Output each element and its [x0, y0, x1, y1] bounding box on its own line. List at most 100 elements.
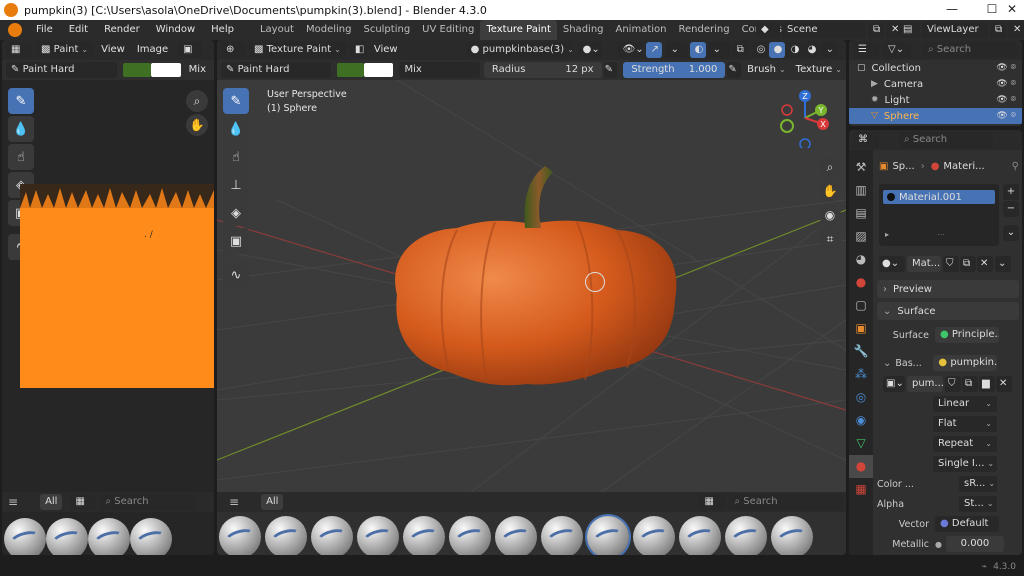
outliner-editor-icon[interactable]: ☰ — [853, 42, 879, 58]
soften-tool-icon[interactable]: 💧 — [8, 116, 34, 142]
remove-slot-icon[interactable]: − — [1003, 201, 1019, 217]
visibility-toggle-icon[interactable]: 👁 ⌾ — [996, 111, 1016, 121]
viewlayer-name[interactable]: ViewLayer — [922, 22, 988, 38]
viewlayer-selector[interactable]: ▤ ViewLayer ⧉ ✕ — [898, 22, 1024, 38]
grid-view-icon[interactable]: ▦ — [70, 494, 97, 510]
navigation-gizmo[interactable]: Z Y X — [775, 88, 835, 148]
add-slot-icon[interactable]: + — [1003, 184, 1019, 200]
delete-viewlayer-icon[interactable]: ✕ — [1008, 22, 1024, 38]
preview-panel-header[interactable]: › Preview — [877, 280, 1019, 298]
expand-icon[interactable]: ▸ — [885, 230, 889, 239]
tab-modeling[interactable]: Modeling — [300, 20, 358, 40]
tab-layout[interactable]: Layout — [254, 20, 300, 40]
menu-window[interactable]: Window — [148, 20, 203, 40]
unlink-material-icon[interactable]: ✕ — [977, 256, 993, 272]
material-slot-list[interactable]: Material.001 ▸ ⋯ — [879, 184, 999, 246]
pan-hand-icon[interactable]: ✋ — [186, 114, 208, 136]
vp-hamburger-icon[interactable]: ≡ — [229, 495, 239, 509]
alpha-dropdown[interactable]: St... ⌄ — [959, 496, 997, 512]
vp-asset-search[interactable]: ⌕ Search — [729, 494, 844, 510]
physics-tab-icon[interactable]: ◎ — [849, 386, 873, 409]
image-asset-search[interactable]: ⌕ Search — [100, 494, 197, 510]
outliner-item-camera[interactable]: ▶ Camera 👁 ⌾ — [849, 76, 1022, 92]
tab-shading[interactable]: Shading — [557, 20, 610, 40]
vp-pan-hand-icon[interactable]: ✋ — [819, 180, 841, 202]
tab-sculpting[interactable]: Sculpting — [357, 20, 416, 40]
vp-annotate-tool-icon[interactable]: ∿ — [223, 262, 249, 288]
object-tab-icon[interactable]: ▣ — [849, 317, 873, 340]
strength-field[interactable]: Strength 1.000 — [623, 62, 726, 78]
radius-field[interactable]: Radius 12 px — [483, 62, 602, 78]
image-mode-dropdown[interactable]: ▩ Paint ⌄ — [36, 42, 94, 58]
surface-shader-field[interactable]: ● Principle... — [935, 327, 999, 343]
minimize-icon[interactable]: — — [932, 0, 972, 20]
color-space-dropdown[interactable]: sR... ⌄ — [959, 476, 997, 492]
new-viewlayer-icon[interactable]: ⧉ — [990, 22, 1006, 38]
vp-zoom-icon[interactable]: ⌕ — [819, 156, 841, 178]
viewport-toggle-icon[interactable]: ◧ — [349, 42, 366, 58]
vp-asset-tab-all[interactable]: All — [261, 494, 284, 510]
image-menu[interactable]: Image — [133, 40, 172, 60]
gizmo-toggle-icon[interactable]: ↗ — [645, 42, 662, 58]
vp-draw-tool-icon[interactable]: ✎ — [223, 88, 249, 114]
browse-image-icon[interactable]: ▣⌄ — [883, 376, 905, 392]
browse-material-icon[interactable]: ●⌄ — [879, 256, 905, 272]
brush-thumbnail[interactable] — [4, 518, 46, 555]
viewport-blend-dropdown[interactable]: Mix — [399, 62, 480, 78]
perspective-toggle-icon[interactable]: ⌗ — [819, 228, 841, 250]
symmetry-icon[interactable]: ●⌄ — [577, 42, 602, 58]
shading-solid-icon[interactable]: ● — [768, 42, 785, 58]
outliner-filter-icon[interactable]: ▽⌄ — [883, 42, 911, 58]
image-blend-dropdown[interactable]: Mix — [181, 60, 214, 80]
vp-smear-tool-icon[interactable]: ☝ — [223, 144, 249, 170]
material-name-field[interactable]: Mat... — [907, 256, 941, 272]
image-name-field[interactable]: pum... — [907, 376, 943, 392]
brush-thumbnail[interactable] — [265, 516, 307, 555]
interpolation-dropdown[interactable]: Linear ⌄ — [933, 396, 997, 412]
vp-fill-tool-icon[interactable]: ◈ — [223, 200, 249, 226]
properties-editor-icon[interactable]: ⌘ — [853, 132, 879, 148]
projection-dropdown[interactable]: Flat ⌄ — [933, 416, 997, 432]
image-view-menu[interactable]: View — [93, 40, 133, 60]
new-image-icon[interactable]: ⧉ — [962, 376, 978, 392]
shading-wire-icon[interactable]: ◎ — [751, 42, 768, 58]
new-scene-icon[interactable]: ⧉ — [868, 22, 884, 38]
slot-specials-icon[interactable]: ⌄ — [1003, 225, 1019, 241]
menu-render[interactable]: Render — [96, 20, 148, 40]
brush-thumbnail[interactable] — [88, 518, 130, 555]
shading-dropdown-icon[interactable]: ⌄ — [820, 42, 837, 58]
tab-uv-editing[interactable]: UV Editing — [416, 20, 480, 40]
brush-thumbnail[interactable] — [403, 516, 445, 555]
secondary-color-swatch[interactable] — [150, 63, 181, 77]
viewport-brush-selector[interactable]: ✎ Paint Hard — [221, 62, 331, 78]
material-link-icon[interactable]: ⌄ — [995, 256, 1011, 272]
smear-tool-icon[interactable]: ☝ — [8, 144, 34, 170]
constraints-tab-icon[interactable]: ◉ — [849, 409, 873, 432]
image-brush-selector[interactable]: ✎ Paint Hard — [6, 62, 118, 78]
brush-thumbnail[interactable] — [633, 516, 675, 555]
texture-slot-dropdown[interactable]: ● pumpkinbase(3) ⌄ — [465, 42, 572, 58]
viewport-view-menu[interactable]: View — [366, 40, 406, 60]
overlays-icon[interactable]: ◐ — [689, 42, 706, 58]
unlink-image-icon[interactable]: ✕ — [996, 376, 1012, 392]
brush-thumbnail[interactable] — [219, 516, 261, 555]
brush-thumbnail[interactable] — [725, 516, 767, 555]
properties-search[interactable]: ⌕ Search — [899, 132, 993, 148]
scene-tab-icon[interactable]: ◕ — [849, 248, 873, 271]
asset-tab-all[interactable]: All — [40, 494, 63, 510]
visibility-toggle-icon[interactable]: 👁 ⌾ — [996, 79, 1016, 89]
tab-rendering[interactable]: Rendering — [672, 20, 735, 40]
socket-icon[interactable]: ● — [935, 540, 942, 549]
data-tab-icon[interactable]: ▽ — [849, 432, 873, 455]
brush-thumbnail[interactable] — [541, 516, 583, 555]
collection-tab-icon[interactable]: ▢ — [849, 294, 873, 317]
vp-soften-tool-icon[interactable]: 💧 — [223, 116, 249, 142]
modifier-tab-icon[interactable]: 🔧 — [849, 340, 873, 363]
vp-clone-tool-icon[interactable]: ⊥ — [223, 172, 249, 198]
render-tab-icon[interactable]: ▥ — [849, 179, 873, 202]
source-dropdown[interactable]: Single I... ⌄ — [933, 456, 997, 472]
base-color-input[interactable]: ● pumpkin... — [933, 355, 998, 371]
hamburger-icon[interactable]: ≡ — [8, 495, 18, 509]
viewport-mode-dropdown[interactable]: ▩ Texture Paint ⌄ — [249, 42, 346, 58]
pumpkin-model[interactable] — [377, 160, 687, 420]
